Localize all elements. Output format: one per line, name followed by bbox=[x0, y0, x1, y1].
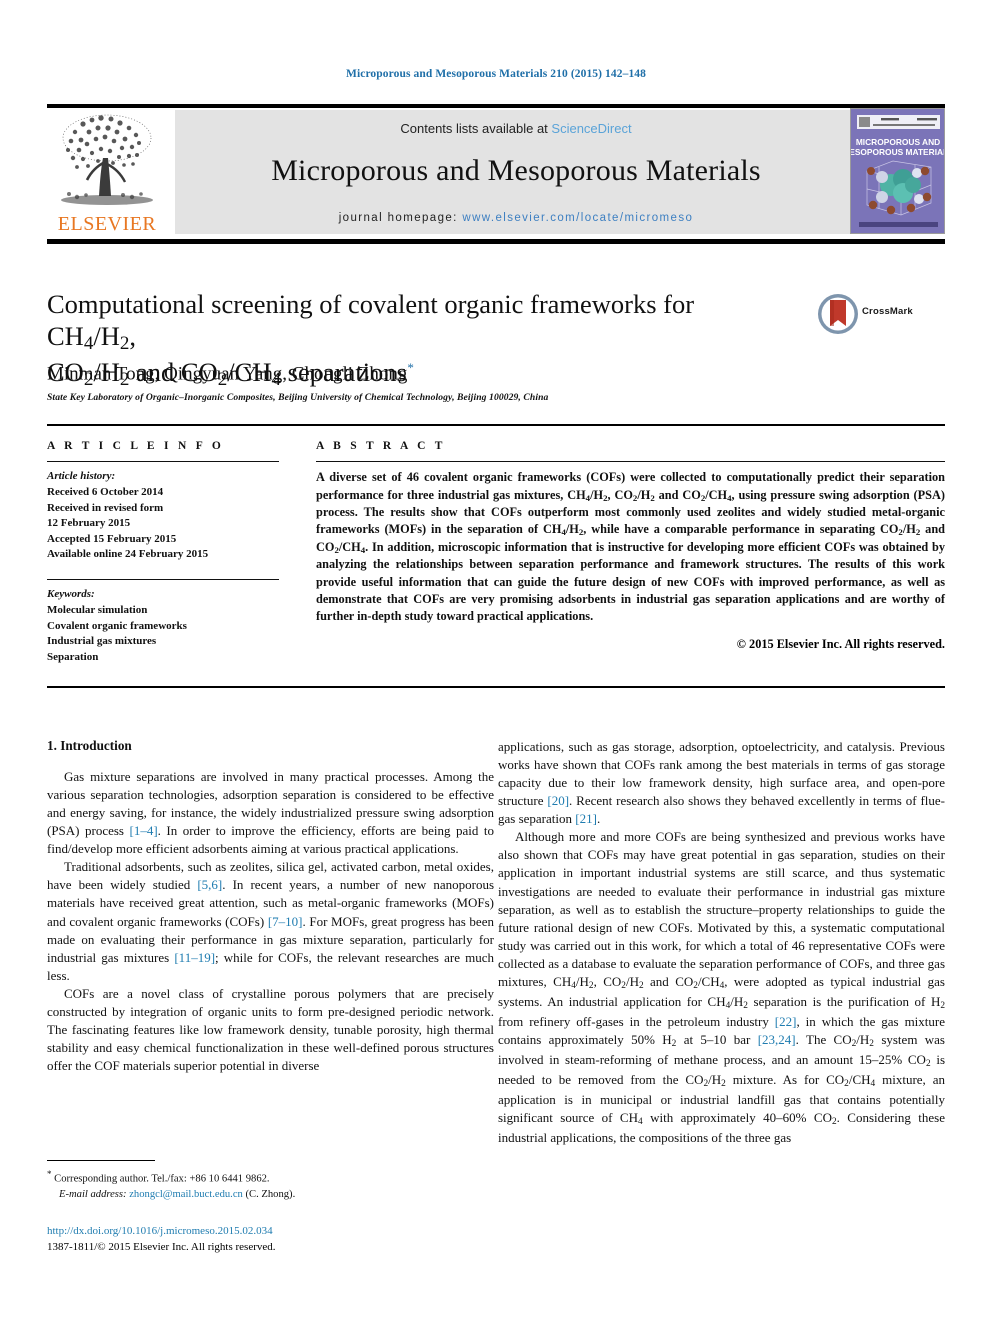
abstract-text: A diverse set of 46 covalent organic fra… bbox=[316, 470, 945, 624]
paragraph: applications, such as gas storage, adsor… bbox=[498, 739, 945, 827]
history-item: Available online 24 February 2015 bbox=[47, 548, 209, 561]
crossmark-badge[interactable]: CrossMark bbox=[816, 292, 946, 338]
masthead-center-panel: Contents lists available at ScienceDirec… bbox=[175, 110, 857, 234]
author-list: Minman Tong, Qingyuan Yang, Chongli Zhon… bbox=[47, 360, 787, 385]
abstract-copyright: © 2015 Elsevier Inc. All rights reserved… bbox=[736, 636, 945, 651]
history-item: Accepted 15 February 2015 bbox=[47, 532, 177, 545]
journal-masthead: ELSEVIER Contents lists available at Sci… bbox=[47, 108, 945, 236]
article-info-divider bbox=[47, 461, 279, 463]
article-info-column: A R T I C L E I N F O Article history: R… bbox=[47, 440, 279, 665]
keyword-item: Separation bbox=[47, 650, 99, 663]
article-history-label: Article history: bbox=[47, 470, 116, 483]
svg-text:MICROPOROUS AND: MICROPOROUS AND bbox=[856, 137, 940, 147]
svg-text:MESOPOROUS MATERIALS: MESOPOROUS MATERIALS bbox=[851, 147, 945, 157]
citation-ref[interactable]: [21] bbox=[575, 811, 597, 826]
title-line-1: Computational screening of covalent orga… bbox=[47, 289, 695, 355]
crossmark-label: CrossMark bbox=[862, 306, 913, 317]
doi-block: http://dx.doi.org/10.1016/j.micromeso.20… bbox=[47, 1224, 494, 1256]
elsevier-logo[interactable]: ELSEVIER bbox=[47, 108, 167, 236]
contents-prefix: Contents lists available at bbox=[400, 121, 552, 136]
keywords-block: Keywords: Molecular simulation Covalent … bbox=[47, 587, 279, 665]
journal-title: Microporous and Mesoporous Materials bbox=[271, 154, 761, 187]
journal-cover-art: MICROPOROUS AND MESOPOROUS MATERIALS bbox=[851, 109, 945, 233]
paragraph: COFs are a novel class of crystalline po… bbox=[47, 985, 494, 1073]
authors-names: Minman Tong, Qingyuan Yang, Chongli Zhon… bbox=[47, 363, 408, 385]
keyword-item: Molecular simulation bbox=[47, 604, 148, 617]
citation-ref[interactable]: [1–4] bbox=[129, 823, 157, 838]
keywords-label: Keywords: bbox=[47, 588, 95, 601]
article-history-block: Article history: Received 6 October 2014… bbox=[47, 469, 279, 563]
history-item: Received 6 October 2014 bbox=[47, 486, 164, 498]
abstract-heading: A B S T R A C T bbox=[316, 440, 446, 452]
section-heading-introduction: 1. Introduction bbox=[47, 738, 132, 753]
citation-ref[interactable]: [22] bbox=[775, 1014, 797, 1029]
abstract-column: A B S T R A C T A diverse set of 46 cova… bbox=[316, 440, 945, 652]
keywords-divider bbox=[47, 579, 279, 581]
abstract-band-top-rule bbox=[47, 424, 945, 426]
history-item: 12 February 2015 bbox=[47, 517, 131, 530]
footnote-rule bbox=[47, 1160, 155, 1162]
issn-copyright: 1387-1811/© 2015 Elsevier Inc. All right… bbox=[47, 1240, 276, 1253]
email-suffix: (C. Zhong). bbox=[245, 1188, 296, 1200]
keyword-item: Industrial gas mixtures bbox=[47, 635, 157, 648]
journal-homepage-line: journal homepage: www.elsevier.com/locat… bbox=[339, 212, 694, 224]
body-right-column: applications, such as gas storage, adsor… bbox=[498, 738, 945, 1147]
corresponding-author-marker[interactable]: * bbox=[407, 360, 414, 375]
sciencedirect-link[interactable]: ScienceDirect bbox=[551, 121, 631, 136]
citation-ref[interactable]: [23,24] bbox=[758, 1032, 796, 1047]
journal-article-page: Microporous and Mesoporous Materials 210… bbox=[0, 0, 992, 1323]
email-label: E-mail address: bbox=[59, 1188, 127, 1200]
elsevier-wordmark: ELSEVIER bbox=[57, 213, 157, 235]
citation-ref[interactable]: [5,6] bbox=[197, 877, 222, 892]
homepage-prefix: journal homepage: bbox=[338, 212, 463, 224]
abstract-divider bbox=[316, 461, 945, 463]
body-left-column: 1. Introduction Gas mixture separations … bbox=[47, 738, 494, 1075]
paragraph: Gas mixture separations are involved in … bbox=[47, 769, 494, 857]
affiliation: State Key Laboratory of Organic–Inorgani… bbox=[47, 392, 549, 403]
citation-ref[interactable]: [11–19] bbox=[174, 950, 215, 965]
contents-available-line: Contents lists available at ScienceDirec… bbox=[400, 121, 631, 136]
running-head: Microporous and Mesoporous Materials 210… bbox=[345, 68, 647, 80]
footnote-marker: * bbox=[47, 1169, 52, 1179]
corresponding-author-note: Corresponding author. Tel./fax: +86 10 6… bbox=[54, 1173, 270, 1185]
elsevier-tree-icon bbox=[61, 114, 153, 205]
citation-ref[interactable]: [20] bbox=[547, 793, 569, 808]
abstract-band-bottom-rule bbox=[47, 686, 945, 688]
history-item: Received in revised form bbox=[47, 501, 164, 514]
footnote-block: * Corresponding author. Tel./fax: +86 10… bbox=[47, 1168, 494, 1202]
journal-homepage-link[interactable]: www.elsevier.com/locate/micromeso bbox=[462, 212, 693, 224]
crossmark-icon bbox=[818, 294, 858, 334]
article-info-heading: A R T I C L E I N F O bbox=[47, 440, 225, 452]
masthead-bottom-rule bbox=[47, 239, 945, 244]
journal-cover-thumbnail[interactable]: MICROPOROUS AND MESOPOROUS MATERIALS bbox=[850, 108, 945, 234]
doi-link[interactable]: http://dx.doi.org/10.1016/j.micromeso.20… bbox=[47, 1225, 273, 1237]
email-link[interactable]: zhongcl@mail.buct.edu.cn bbox=[129, 1189, 243, 1200]
citation-ref[interactable]: [7–10] bbox=[268, 914, 303, 929]
keyword-item: Covalent organic frameworks bbox=[47, 619, 187, 632]
paragraph: Traditional adsorbents, such as zeolites… bbox=[47, 859, 494, 983]
paragraph: Although more and more COFs are being sy… bbox=[498, 829, 946, 1146]
